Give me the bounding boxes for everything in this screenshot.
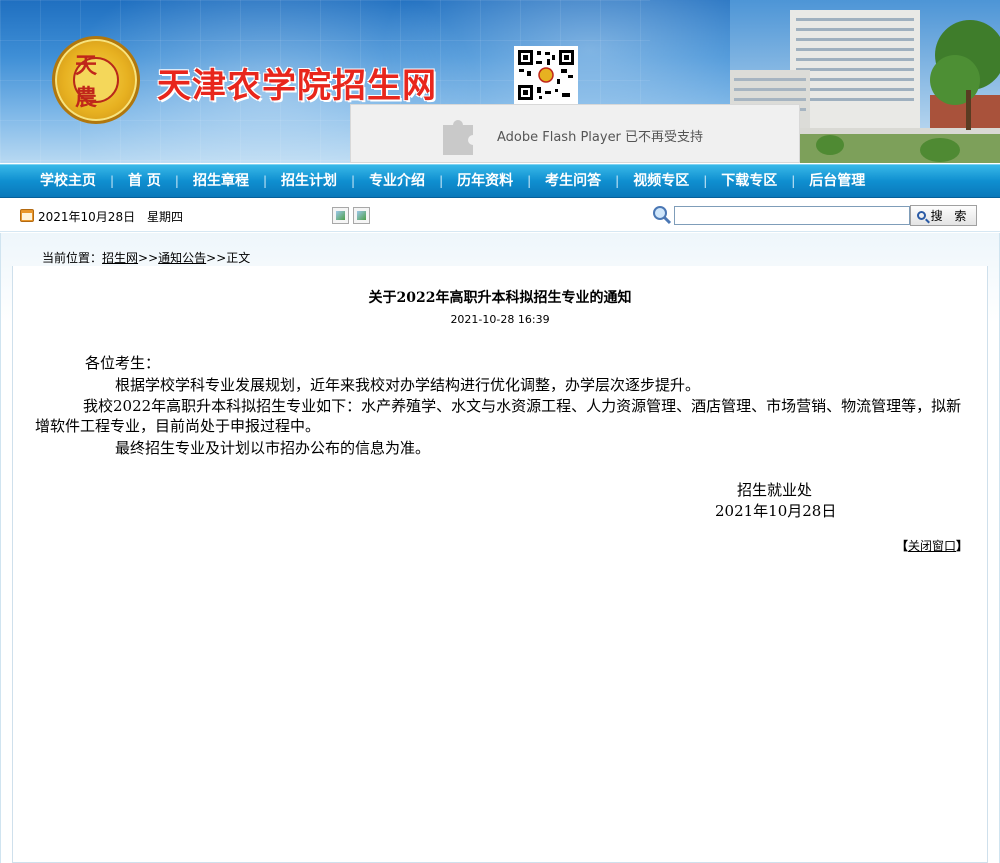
- breadcrumb-current: 正文: [226, 251, 251, 265]
- university-seal-logo: 天農: [52, 36, 140, 124]
- signature-department: 招生就业处: [737, 481, 813, 499]
- article-paragraph: 最终招生专业及计划以市招办公布的信息为准。: [115, 439, 431, 457]
- plugin-puzzle-icon: [443, 120, 473, 155]
- flash-notice-text: Adobe Flash Player 已不再受支持: [497, 130, 704, 145]
- signature-date: 2021年10月28日: [715, 502, 837, 520]
- breadcrumb-separator: >>: [206, 251, 227, 265]
- nav-item-plan[interactable]: 招生计划: [267, 164, 351, 198]
- nav-item-home[interactable]: 首 页: [114, 164, 175, 198]
- current-date: 2021年10月28日: [38, 210, 136, 224]
- article-timestamp: 2021-10-28 16:39: [450, 313, 550, 326]
- site-title: 天津农学院招生网: [157, 66, 437, 106]
- nav-item-admin[interactable]: 后台管理: [795, 164, 879, 198]
- search-button[interactable]: 搜 索: [910, 205, 977, 226]
- nav-item-video[interactable]: 视频专区: [619, 164, 703, 198]
- search-magnifier-icon: [653, 206, 672, 225]
- nav-item-majors[interactable]: 专业介绍: [355, 164, 439, 198]
- calendar-icon: [20, 209, 34, 222]
- breadcrumb-separator: >>: [138, 251, 159, 265]
- broken-image-icon: [353, 207, 370, 224]
- nav-item-charter[interactable]: 招生章程: [179, 164, 263, 198]
- breadcrumb-prefix: 当前位置：: [42, 251, 103, 265]
- article-greeting: 各位考生：: [85, 354, 161, 372]
- search-button-label: 搜 索: [930, 209, 971, 223]
- breadcrumb: 当前位置：招生网>>通知公告>>正文: [42, 249, 250, 266]
- breadcrumb-link-home[interactable]: 招生网: [102, 251, 138, 265]
- header-banner: 天農 天津农学院招生网 Adobe Flash Player 已不再受支持: [0, 0, 1000, 163]
- article-paragraph: 根据学校学科专业发展规划，近年来我校对办学结构进行优化调整，办学层次逐步提升。: [115, 376, 701, 394]
- flash-player-placeholder[interactable]: Adobe Flash Player 已不再受支持: [350, 104, 800, 163]
- breadcrumb-link-notices[interactable]: 通知公告: [158, 251, 206, 265]
- nav-item-download[interactable]: 下载专区: [707, 164, 791, 198]
- bracket-open: 【: [896, 539, 909, 553]
- search-icon: [916, 211, 926, 220]
- broken-image-icon: [332, 207, 349, 224]
- seal-mark: 天農: [75, 53, 98, 111]
- close-window: 【关闭窗口】: [896, 537, 968, 554]
- qr-code-icon: [514, 46, 578, 104]
- article-paragraph: 我校2022年高职升本科拟招生专业如下：水产养殖学、水文与水资源工程、人力资源管…: [35, 397, 962, 435]
- current-weekday: 星期四: [147, 210, 184, 224]
- main-nav: 学校主页 | 首 页 | 招生章程 | 招生计划 | 专业介绍 | 历年资料 |…: [0, 164, 1000, 198]
- close-window-link[interactable]: 关闭窗口: [908, 539, 956, 553]
- nav-item-history[interactable]: 历年资料: [443, 164, 527, 198]
- nav-item-school-home[interactable]: 学校主页: [26, 164, 110, 198]
- article-title: 关于2022年高职升本科拟招生专业的通知: [368, 290, 632, 306]
- search-input[interactable]: [674, 206, 910, 225]
- bracket-close: 】: [956, 539, 969, 553]
- nav-item-faq[interactable]: 考生问答: [531, 164, 615, 198]
